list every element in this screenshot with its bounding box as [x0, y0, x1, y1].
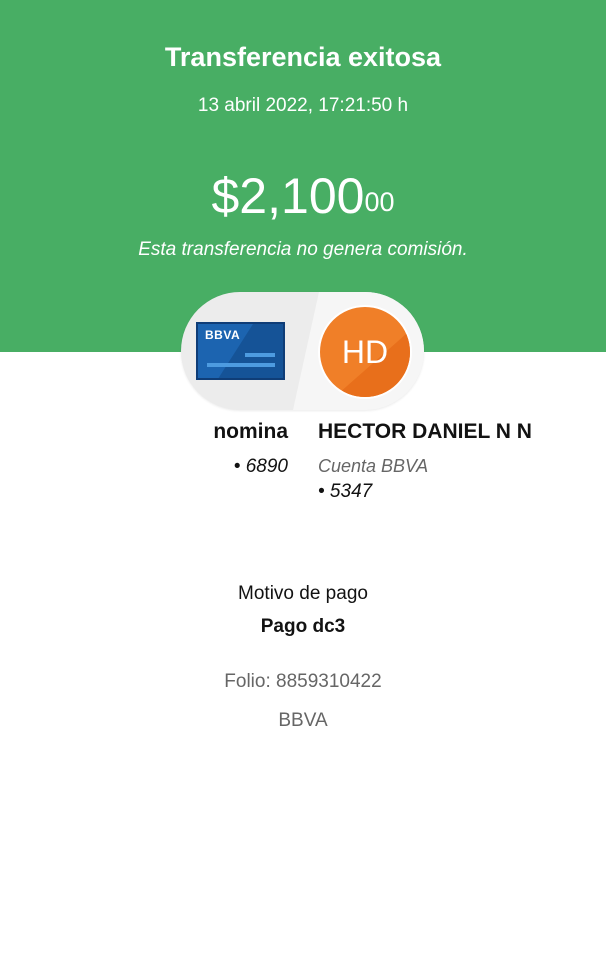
payment-motive-value: Pago dc3: [260, 616, 346, 637]
transfer-datetime: 13 abril 2022, 17:21:50 h: [197, 95, 409, 116]
card-brand-label: BBVA: [205, 328, 241, 342]
page-title: Transferencia exitosa: [164, 42, 442, 72]
origin-card-icon: BBVA: [196, 322, 285, 380]
folio-number: Folio: 8859310422: [224, 671, 382, 692]
amount-cents: 00: [364, 187, 395, 217]
recipient-avatar: HD: [318, 305, 412, 399]
card-stripe: [245, 353, 275, 357]
card-stripe: [207, 363, 275, 367]
origin-account-name: nomina: [213, 420, 288, 443]
recipient-name: HECTOR DANIEL N N: [318, 420, 532, 443]
commission-note: Esta transferencia no genera comisión.: [138, 239, 468, 260]
bank-name: BBVA: [278, 710, 328, 731]
avatar-initials: HD: [341, 334, 389, 370]
transfer-amount: $2,10000: [0, 166, 606, 226]
amount-main: $2,100: [211, 168, 365, 224]
recipient-bank: Cuenta BBVA: [318, 456, 429, 476]
payment-motive-label: Motivo de pago: [238, 583, 368, 604]
transfer-accounts-pill: BBVA HD: [181, 292, 424, 410]
recipient-account-number: • 5347: [318, 481, 373, 502]
origin-account-number: • 6890: [233, 456, 288, 477]
